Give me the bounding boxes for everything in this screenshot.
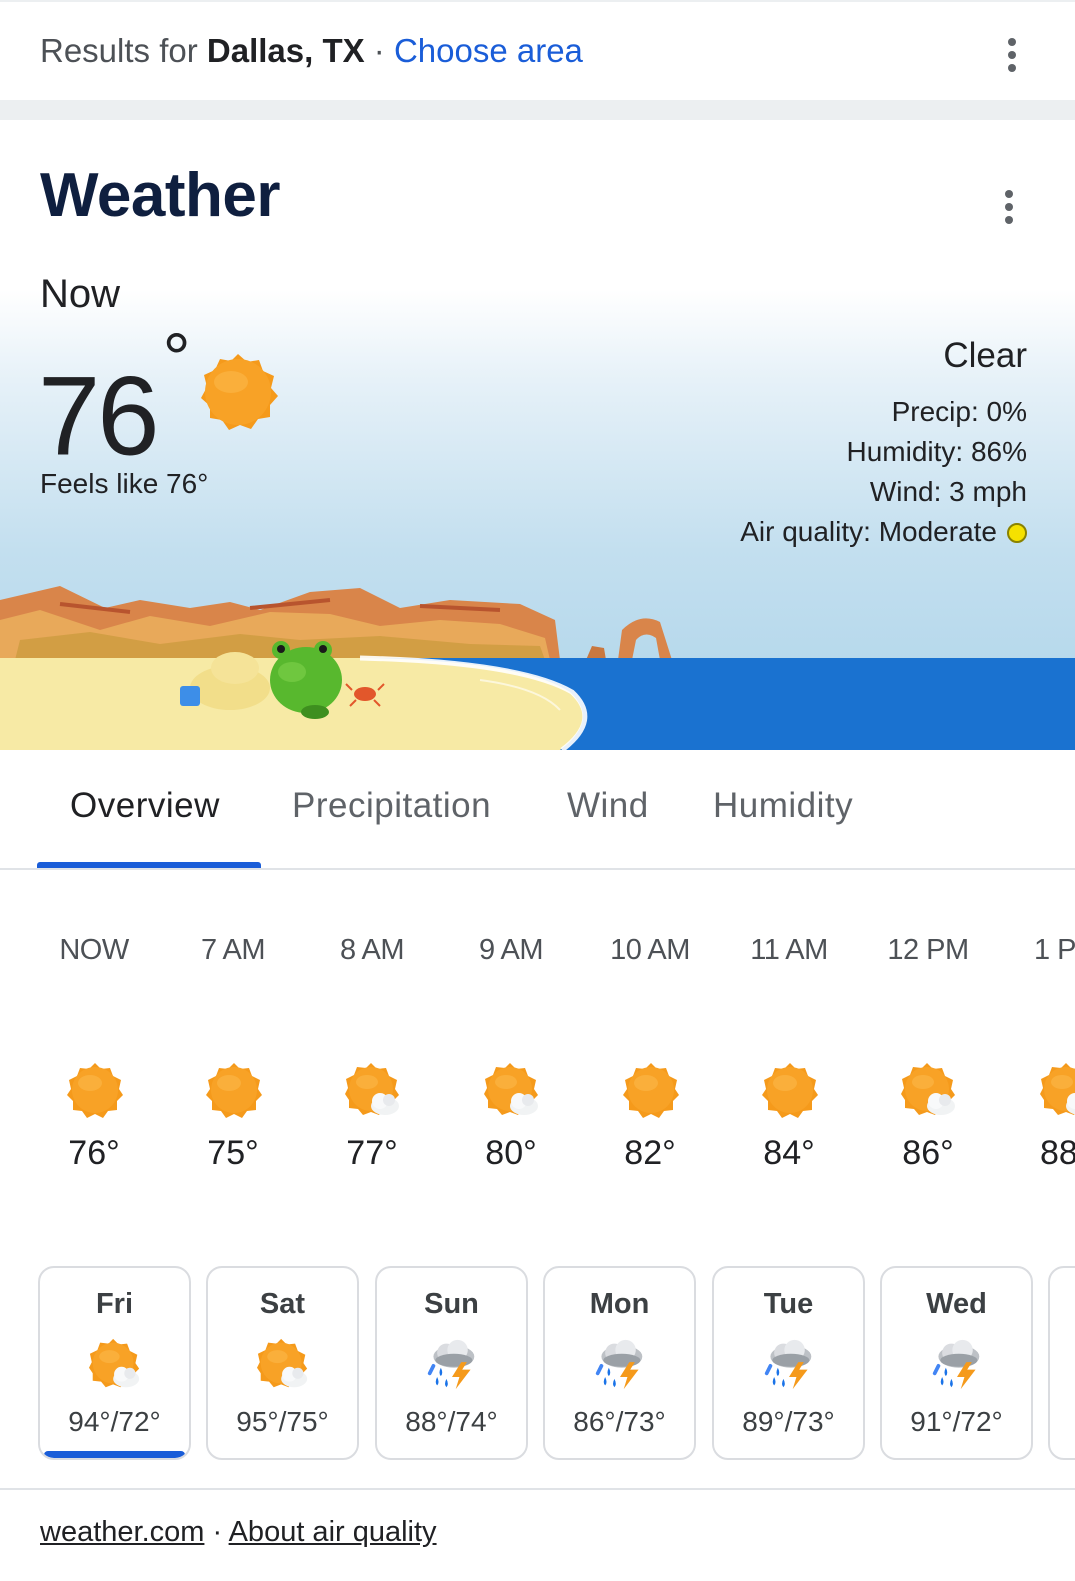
- sunny-icon: [762, 1062, 818, 1118]
- day-card-selected[interactable]: Fri 94°/72°: [38, 1266, 191, 1460]
- current-temp: 76°: [38, 319, 191, 479]
- about-air-quality-link[interactable]: About air quality: [229, 1516, 437, 1548]
- mostly-sunny-icon: [345, 1062, 401, 1118]
- hour-label: 11 AM: [750, 934, 828, 966]
- sunny-icon: [201, 354, 278, 430]
- section-divider: [0, 100, 1075, 120]
- beach-illustration: [0, 586, 1075, 750]
- feels-like: Feels like 76°: [40, 468, 209, 499]
- tab-precipitation[interactable]: Precipitation: [292, 786, 491, 826]
- day-temps: 88°/74°: [405, 1406, 498, 1437]
- hour-temp: 88°: [1040, 1134, 1075, 1172]
- hour-temp: 82°: [624, 1134, 676, 1172]
- weather-hero: Weather Now 76° Feels like 76° Clear Pre…: [0, 120, 1075, 750]
- air-quality-row: Air quality: Moderate: [740, 512, 1027, 552]
- humidity-text: Humidity: 86%: [846, 436, 1027, 467]
- hour-temp: 76°: [68, 1134, 120, 1172]
- hour-temp: 80°: [485, 1134, 537, 1172]
- tab-humidity[interactable]: Humidity: [713, 786, 853, 826]
- day-name: Wed: [926, 1288, 987, 1320]
- results-prefix: Results for: [40, 32, 207, 69]
- hour-temp: 77°: [346, 1134, 398, 1172]
- day-name: Sun: [424, 1288, 479, 1320]
- mostly-sunny-icon: [257, 1338, 309, 1390]
- sunny-icon: [67, 1062, 123, 1118]
- thunderstorm-icon: [594, 1338, 646, 1390]
- hour-label: NOW: [59, 934, 129, 966]
- active-tab-indicator: [37, 862, 261, 868]
- day-temps: 94°/72°: [68, 1406, 161, 1437]
- day-name: Mon: [589, 1288, 650, 1320]
- sunny-icon: [206, 1062, 262, 1118]
- precip-text: Precip: 0%: [891, 396, 1027, 427]
- separator: ·: [364, 32, 394, 69]
- tab-bar: Overview Precipitation Wind Humidity: [0, 750, 1075, 870]
- now-label: Now: [40, 272, 121, 316]
- sunny-icon: [623, 1062, 679, 1118]
- day-card[interactable]: Sun 88°/74°: [375, 1266, 528, 1460]
- air-quality-text: Air quality: Moderate: [740, 516, 997, 547]
- day-card[interactable]: Wed 91°/72°: [880, 1266, 1033, 1460]
- mostly-sunny-icon: [484, 1062, 540, 1118]
- day-temps: 89°/73°: [742, 1406, 835, 1437]
- hour-temp: 75°: [207, 1134, 259, 1172]
- hour-label: 10 AM: [610, 934, 690, 966]
- weather-details: Precip: 0% Humidity: 86% Wind: 3 mph Air…: [740, 392, 1027, 552]
- air-quality-dot: [1007, 523, 1027, 543]
- hour-label: 8 AM: [339, 934, 405, 966]
- footer-separator: ·: [204, 1516, 229, 1548]
- hour-temp: 86°: [902, 1134, 954, 1172]
- choose-area-link[interactable]: Choose area: [394, 32, 583, 69]
- day-temps: 86°/73°: [573, 1406, 666, 1437]
- hour-label: 12 PM: [887, 934, 969, 966]
- day-card[interactable]: Sat 95°/75°: [206, 1266, 359, 1460]
- thunderstorm-icon: [763, 1338, 815, 1390]
- wind-text: Wind: 3 mph: [869, 476, 1027, 507]
- condition-text: Clear: [943, 336, 1027, 375]
- tab-overview[interactable]: Overview: [70, 786, 220, 826]
- location-city: Dallas, TX: [206, 32, 365, 69]
- day-name: Fri: [95, 1288, 134, 1320]
- location-bar: Results for Dallas, TX · Choose area: [0, 0, 1075, 100]
- hour-temp: 84°: [763, 1134, 815, 1172]
- more-vert-icon[interactable]: [1003, 190, 1015, 229]
- hour-label: 9 AM: [478, 934, 544, 966]
- day-name: Tue: [763, 1288, 814, 1320]
- thunderstorm-icon: [426, 1338, 478, 1390]
- day-card-partial[interactable]: [1048, 1266, 1075, 1460]
- card-title: Weather: [40, 161, 281, 230]
- mostly-sunny-icon: [89, 1338, 141, 1390]
- mostly-sunny-icon: [1040, 1062, 1075, 1118]
- hour-label: 1 PM: [1034, 934, 1075, 966]
- footer: weather.com · About air quality: [0, 1488, 1075, 1581]
- degree-sign: °: [162, 319, 191, 397]
- selected-day-indicator: [44, 1451, 185, 1458]
- location-text: Results for Dallas, TX · Choose area: [40, 32, 583, 70]
- tab-wind[interactable]: Wind: [567, 786, 649, 826]
- footer-links: weather.com · About air quality: [40, 1516, 437, 1549]
- more-vert-icon[interactable]: [1006, 38, 1018, 77]
- day-temps: 95°/75°: [236, 1406, 329, 1437]
- day-name: Sat: [259, 1288, 306, 1320]
- hourly-forecast: NOW 76° 7 AM 75° 8 AM 77° 9 AM 80° 10 AM…: [0, 930, 1075, 1210]
- current-temp-value: 76: [38, 353, 160, 479]
- thunderstorm-icon: [931, 1338, 983, 1390]
- day-temps: 91°/72°: [910, 1406, 1003, 1437]
- day-card[interactable]: Tue 89°/73°: [712, 1266, 865, 1460]
- hour-label: 7 AM: [200, 934, 266, 966]
- mostly-sunny-icon: [901, 1062, 957, 1118]
- day-card[interactable]: Mon 86°/73°: [543, 1266, 696, 1460]
- weather-source-link[interactable]: weather.com: [40, 1516, 204, 1548]
